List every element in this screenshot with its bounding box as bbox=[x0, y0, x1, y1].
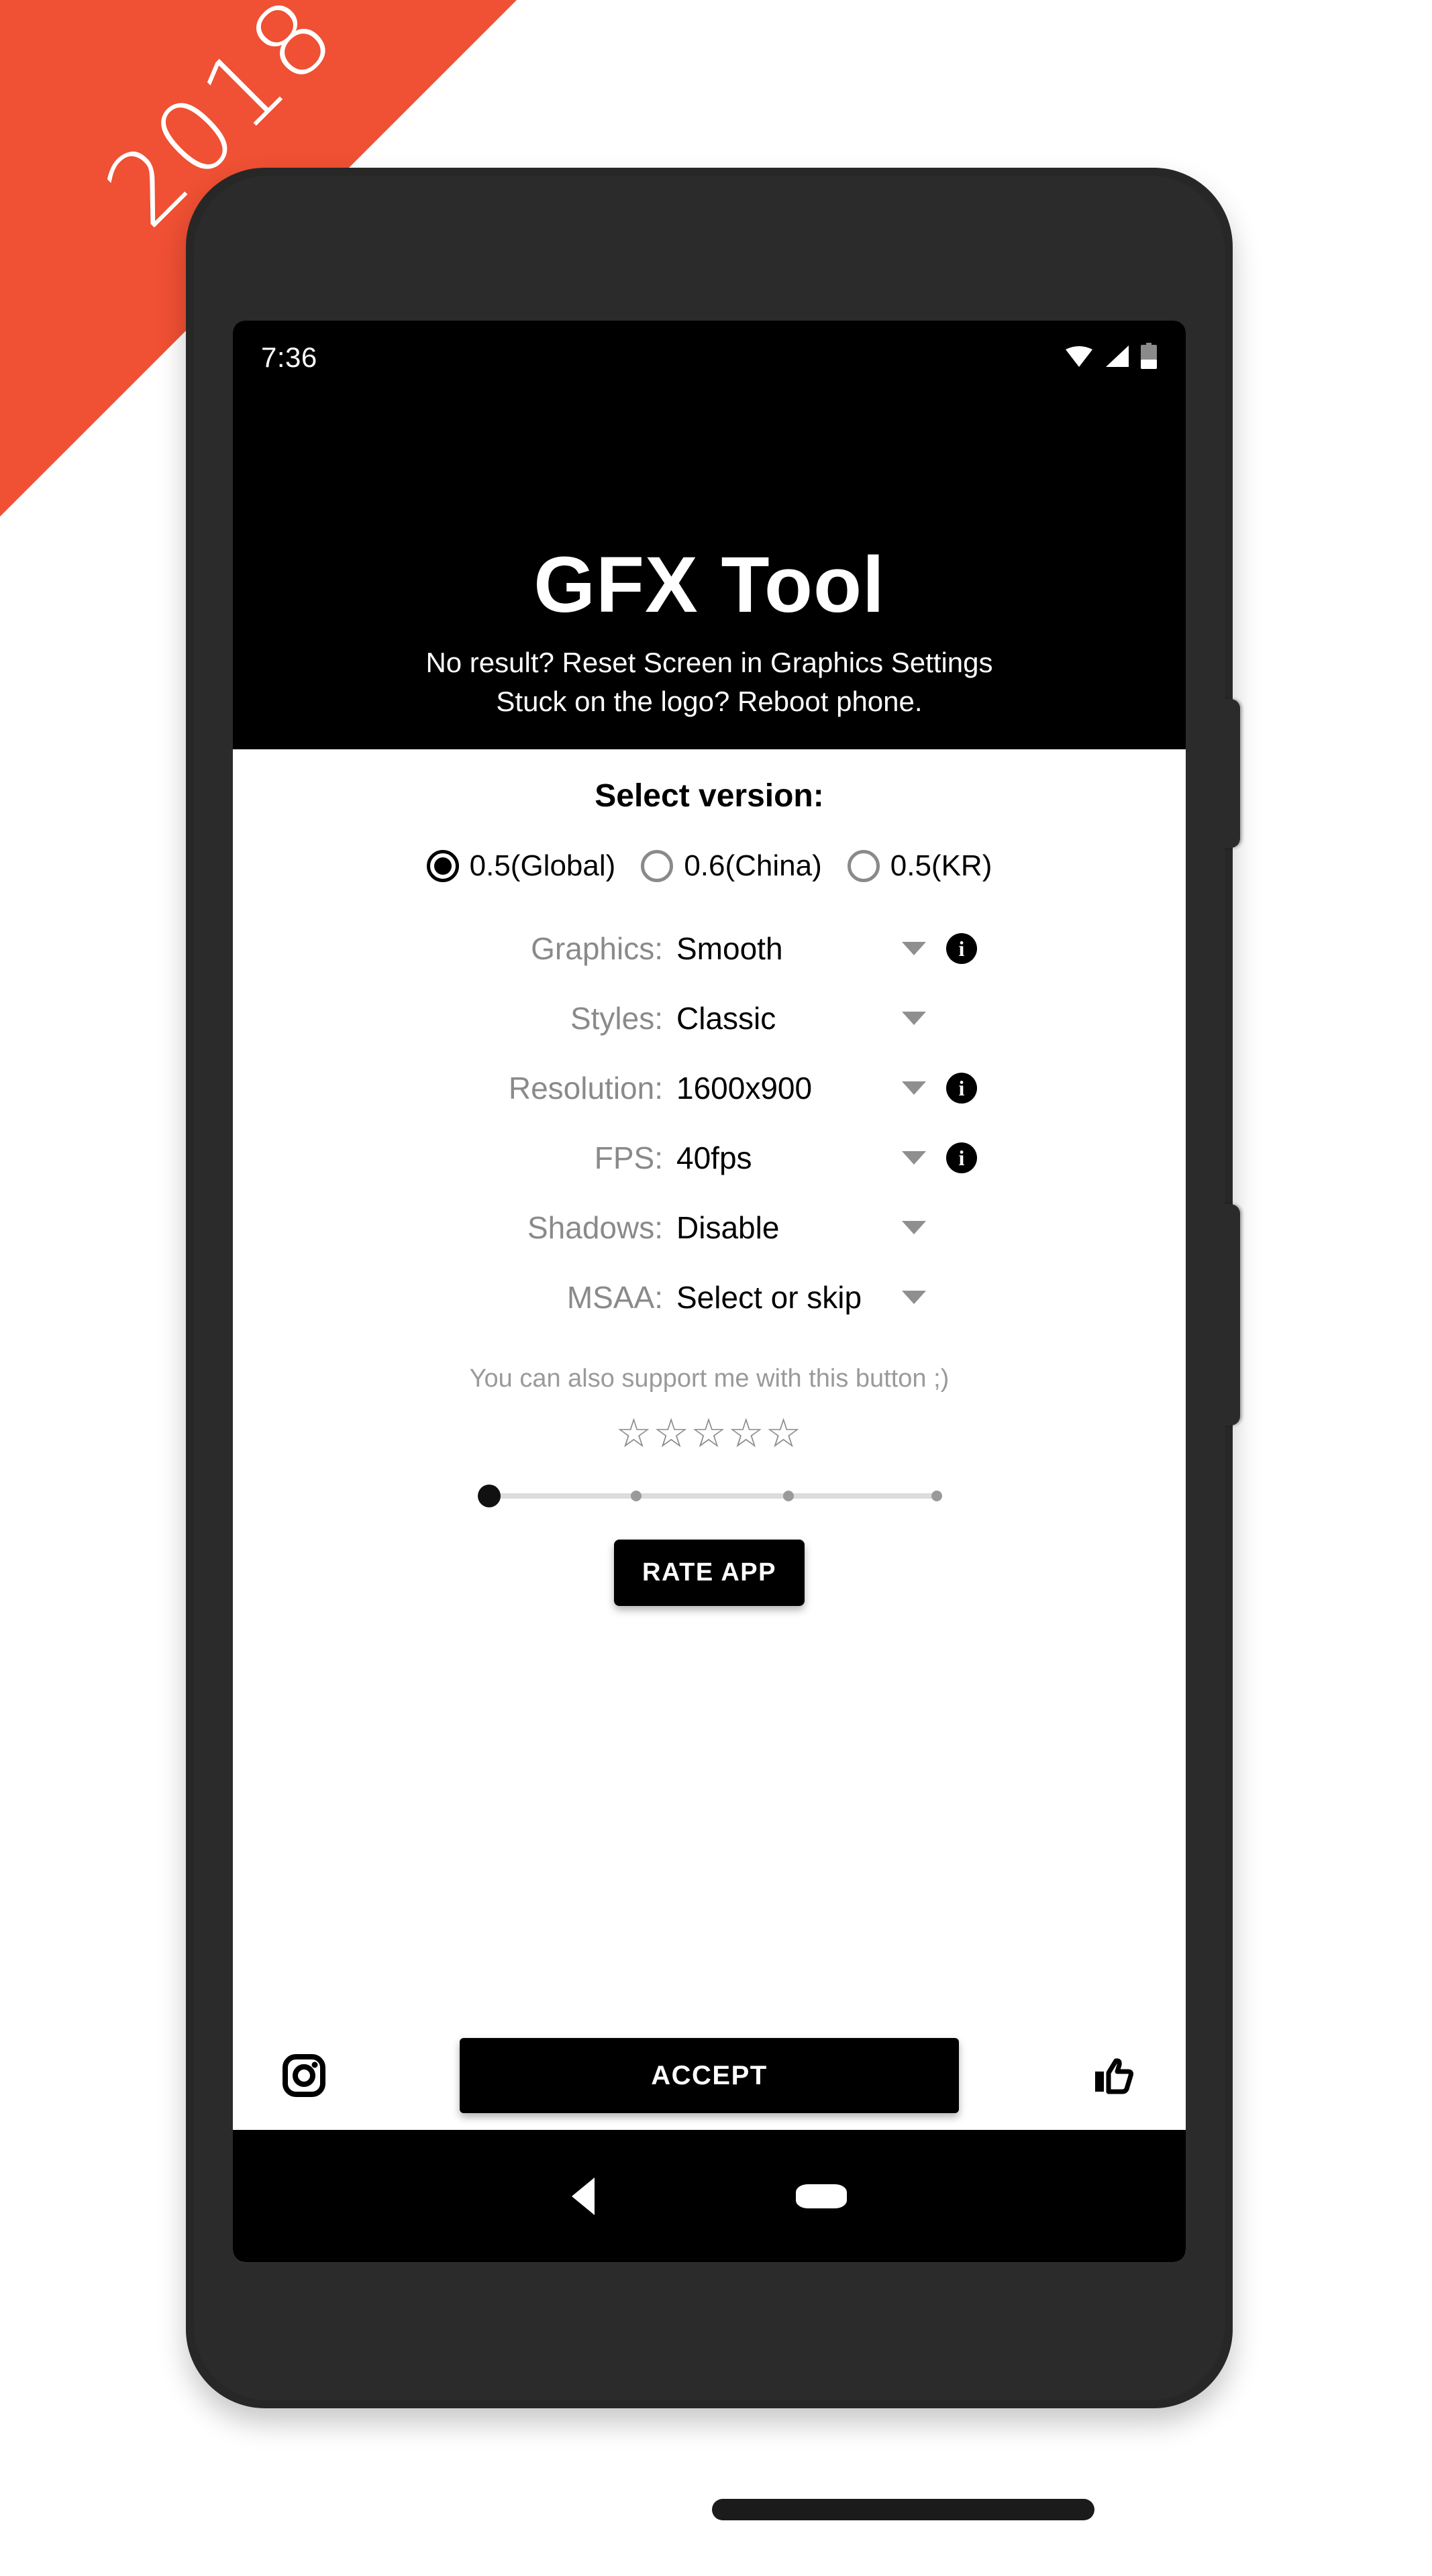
setting-row-styles[interactable]: Styles: Classic bbox=[233, 983, 1186, 1053]
info-icon[interactable]: i bbox=[946, 933, 977, 964]
star-rating-display[interactable]: ☆☆☆☆☆ bbox=[233, 1413, 1186, 1454]
support-message: You can also support me with this button… bbox=[469, 1364, 950, 1393]
setting-value-msaa: Select or skip bbox=[676, 1280, 862, 1315]
version-option-kr-label: 0.5(KR) bbox=[890, 849, 992, 882]
setting-row-fps[interactable]: FPS: 40fps i bbox=[233, 1123, 1186, 1193]
radio-selected-icon[interactable] bbox=[426, 850, 459, 882]
screenshot-canvas: 2018 GFX Tool No result? Reset Screen in… bbox=[0, 0, 1432, 2576]
slider-thumb[interactable] bbox=[478, 1485, 501, 1507]
status-icon-group bbox=[1065, 342, 1158, 373]
chevron-down-icon[interactable] bbox=[902, 1221, 926, 1234]
info-icon[interactable]: i bbox=[946, 1073, 977, 1104]
version-radio-group: 0.5(Global) 0.6(China) 0.5(KR) bbox=[233, 849, 1186, 883]
page-title: GFX Tool bbox=[533, 541, 885, 630]
version-option-kr[interactable]: 0.5(KR) bbox=[847, 849, 992, 883]
radio-unselected-icon[interactable] bbox=[641, 850, 674, 882]
rating-slider[interactable] bbox=[478, 1479, 943, 1513]
status-clock: 7:36 bbox=[261, 341, 317, 373]
setting-value-resolution: 1600x900 bbox=[676, 1071, 813, 1106]
slider-tick bbox=[630, 1491, 642, 1501]
header-subtitle-line1: No result? Reset Screen in Graphics Sett… bbox=[425, 647, 993, 679]
slider-track[interactable] bbox=[478, 1493, 941, 1499]
status-bar: 7:36 bbox=[233, 321, 1186, 394]
setting-label-styles: Styles: bbox=[570, 1001, 663, 1036]
chevron-down-icon[interactable] bbox=[902, 1012, 926, 1025]
version-option-china-label: 0.6(China) bbox=[684, 849, 822, 882]
home-pill-icon[interactable] bbox=[796, 2184, 847, 2208]
settings-body: Select version: 0.5(Global) 0.6(China) 0… bbox=[233, 749, 1186, 2130]
volume-rocker-button[interactable] bbox=[1223, 1204, 1240, 1426]
slider-tick bbox=[783, 1491, 795, 1501]
version-option-china[interactable]: 0.6(China) bbox=[641, 849, 822, 883]
slider-tick bbox=[931, 1491, 943, 1501]
setting-label-graphics: Graphics: bbox=[531, 931, 663, 966]
bottom-speaker bbox=[712, 2499, 1094, 2520]
thumbs-up-icon[interactable] bbox=[1092, 2053, 1137, 2098]
settings-list: Graphics: Smooth i Styles: Classic Resol… bbox=[233, 914, 1186, 1332]
signal-icon bbox=[1104, 345, 1129, 371]
setting-value-graphics: Smooth bbox=[676, 931, 783, 966]
accept-button[interactable]: ACCEPT bbox=[460, 2038, 959, 2113]
chevron-down-icon[interactable] bbox=[902, 1081, 926, 1095]
setting-label-shadows: Shadows: bbox=[527, 1210, 663, 1245]
chevron-down-icon[interactable] bbox=[902, 1151, 926, 1165]
setting-value-shadows: Disable bbox=[676, 1210, 780, 1245]
rate-app-button[interactable]: RATE APP bbox=[614, 1540, 805, 1606]
power-button[interactable] bbox=[1223, 699, 1240, 848]
setting-row-msaa[interactable]: MSAA: Select or skip bbox=[233, 1263, 1186, 1332]
battery-icon bbox=[1140, 342, 1158, 373]
setting-value-styles: Classic bbox=[676, 1001, 776, 1036]
setting-label-msaa: MSAA: bbox=[566, 1280, 663, 1315]
select-version-heading: Select version: bbox=[595, 778, 824, 814]
setting-row-resolution[interactable]: Resolution: 1600x900 i bbox=[233, 1053, 1186, 1123]
setting-row-shadows[interactable]: Shadows: Disable bbox=[233, 1193, 1186, 1263]
setting-label-fps: FPS: bbox=[594, 1140, 663, 1175]
back-triangle-icon[interactable] bbox=[572, 2177, 595, 2215]
radio-unselected-icon[interactable] bbox=[847, 850, 880, 882]
instagram-icon[interactable] bbox=[281, 2053, 327, 2098]
chevron-down-icon[interactable] bbox=[902, 1291, 926, 1304]
wifi-icon bbox=[1065, 345, 1093, 371]
setting-value-fps: 40fps bbox=[676, 1140, 752, 1175]
setting-row-graphics[interactable]: Graphics: Smooth i bbox=[233, 914, 1186, 983]
setting-label-resolution: Resolution: bbox=[508, 1071, 663, 1106]
android-navigation-bar bbox=[233, 2130, 1186, 2262]
phone-screen: GFX Tool No result? Reset Screen in Grap… bbox=[233, 321, 1186, 2262]
header-subtitle-line2: Stuck on the logo? Reboot phone. bbox=[496, 686, 923, 718]
chevron-down-icon[interactable] bbox=[902, 942, 926, 955]
bottom-action-bar: ACCEPT bbox=[233, 2021, 1186, 2130]
version-option-global-label: 0.5(Global) bbox=[469, 849, 616, 882]
info-icon[interactable]: i bbox=[946, 1142, 977, 1173]
header-subtitle: No result? Reset Screen in Graphics Sett… bbox=[425, 643, 992, 721]
version-option-global[interactable]: 0.5(Global) bbox=[426, 849, 616, 883]
